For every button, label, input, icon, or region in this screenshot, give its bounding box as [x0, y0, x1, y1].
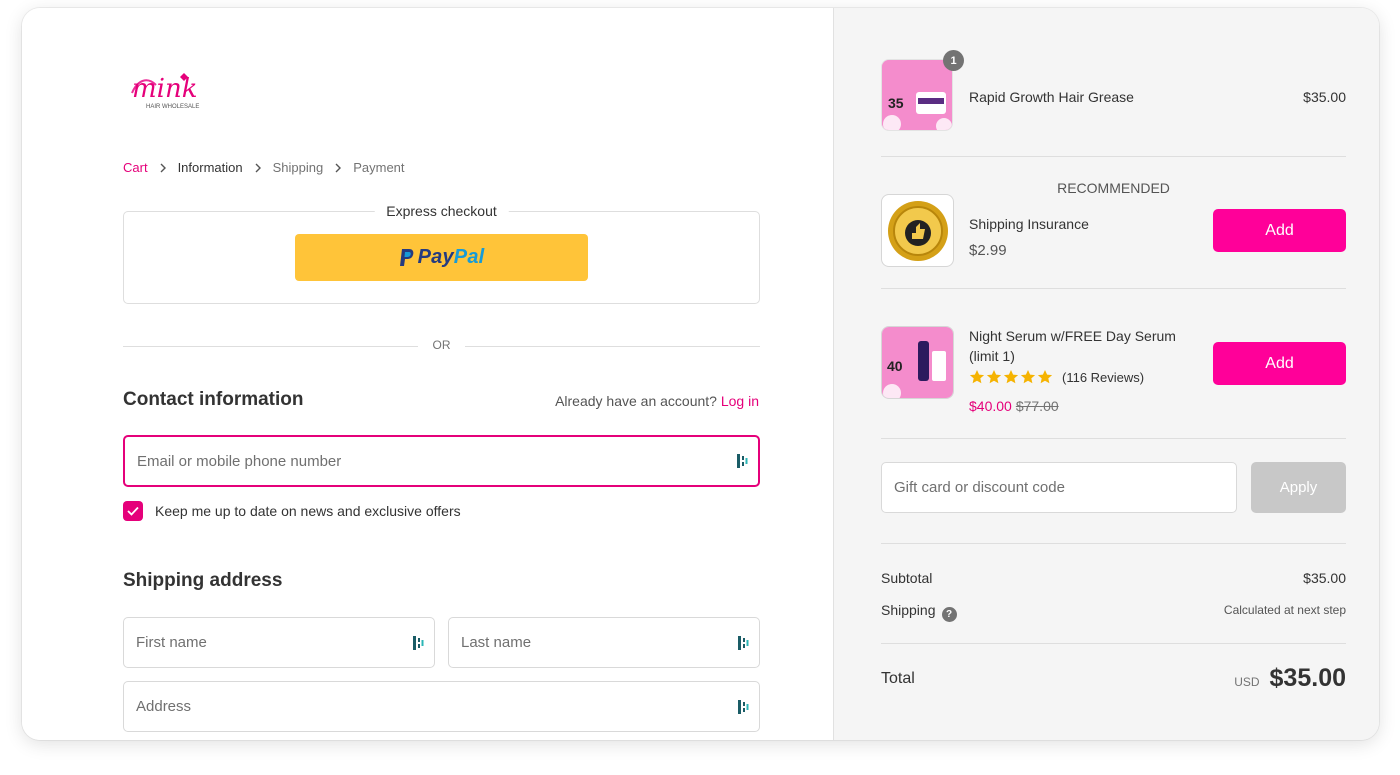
thumb-price-label: 40: [887, 358, 903, 374]
breadcrumb: Cart Information Shipping Payment: [123, 160, 405, 175]
star-icon: [969, 370, 985, 384]
password-manager-icon[interactable]: [737, 699, 749, 715]
shipping-value: Calculated at next step: [1223, 603, 1346, 617]
discount-code-field[interactable]: [881, 462, 1237, 513]
product-thumbnail: 35: [881, 59, 953, 131]
email-field[interactable]: [123, 435, 760, 487]
total-amount: USD $35.00: [1234, 664, 1346, 693]
night-serum-price: $40.00 $77.00: [969, 398, 1059, 414]
subtotal-value: $35.00: [1303, 570, 1346, 586]
account-prompt-text: Already have an account?: [555, 393, 717, 409]
divider: [881, 543, 1346, 544]
checkmark-icon: [127, 506, 139, 516]
divider-line: [465, 346, 760, 347]
help-icon[interactable]: ?: [941, 607, 957, 622]
shipping-address-heading: Shipping address: [123, 570, 283, 591]
newsletter-checkbox[interactable]: [123, 501, 143, 521]
svg-text:mink: mink: [132, 74, 197, 104]
add-night-serum-button[interactable]: Add: [1213, 342, 1346, 385]
total-value: $35.00: [1269, 664, 1346, 692]
express-checkout: Express checkout PayPal: [123, 203, 760, 304]
newsletter-label: Keep me up to date on news and exclusive…: [155, 503, 461, 519]
cart-item-name: Rapid Growth Hair Grease: [969, 89, 1134, 105]
last-name-field[interactable]: [448, 617, 760, 668]
divider: [881, 643, 1346, 644]
password-manager-icon[interactable]: [736, 453, 748, 469]
mink-logo[interactable]: mink HAIR WHOLESALE: [124, 63, 212, 113]
paypal-wordmark: PayPal: [418, 246, 485, 269]
add-shipping-insurance-button[interactable]: Add: [1213, 209, 1346, 252]
divider: [881, 288, 1346, 289]
password-manager-icon[interactable]: [412, 635, 424, 651]
star-icon: [1003, 370, 1019, 384]
hair-grease-product-image: 35: [882, 60, 952, 130]
newsletter-option[interactable]: Keep me up to date on news and exclusive…: [123, 501, 461, 521]
cart-item-price: $35.00: [1303, 89, 1346, 105]
order-summary-panel: 35 1 Rapid Growth Hair Grease $35.00 REC…: [834, 8, 1379, 740]
logo-image: mink HAIR WHOLESALE: [131, 73, 199, 110]
review-count: (116 Reviews): [1062, 369, 1145, 385]
rating-stars: (116 Reviews): [969, 369, 1144, 385]
first-name-input[interactable]: [136, 618, 398, 667]
night-serum-thumbnail: 40: [881, 326, 954, 399]
address-field[interactable]: [123, 681, 760, 732]
divider: [881, 156, 1346, 157]
original-price: $77.00: [1015, 398, 1059, 414]
subtotal-label: Subtotal: [881, 570, 933, 586]
shipping-insurance-price: $2.99: [969, 242, 1007, 259]
total-label: Total: [881, 670, 915, 687]
first-name-field[interactable]: [123, 617, 435, 668]
paypal-p-icon: [399, 248, 413, 266]
paypal-pay: Pay: [417, 246, 454, 268]
star-icon: [1020, 370, 1036, 384]
checkout-form-panel: mink HAIR WHOLESALE Cart Information Shi…: [22, 8, 834, 740]
divider: [881, 438, 1346, 439]
paypal-button[interactable]: PayPal: [295, 234, 588, 281]
breadcrumb-cart[interactable]: Cart: [123, 160, 148, 175]
shipping-insurance-seal-icon: [888, 201, 948, 261]
shipping-row: Shipping?: [881, 602, 957, 622]
star-icon: [1037, 370, 1053, 384]
contact-heading: Contact information: [123, 389, 304, 410]
sale-price: $40.00: [969, 398, 1012, 414]
breadcrumb-information: Information: [177, 160, 243, 175]
address-input[interactable]: [136, 682, 723, 731]
night-serum-product-image: 40: [882, 327, 953, 398]
express-checkout-title: Express checkout: [374, 203, 509, 219]
chevron-right-icon: [160, 163, 166, 172]
discount-code-input[interactable]: [894, 463, 1224, 512]
currency-code: USD: [1234, 675, 1260, 689]
shipping-insurance-name: Shipping Insurance: [969, 216, 1089, 232]
shipping-label: Shipping: [881, 602, 936, 618]
password-manager-icon[interactable]: [737, 635, 749, 651]
login-link[interactable]: Log in: [721, 393, 759, 409]
email-input[interactable]: [137, 437, 722, 485]
night-serum-name: Night Serum w/FREE Day Serum (limit 1): [969, 328, 1176, 364]
divider-line: [123, 346, 418, 347]
breadcrumb-shipping: Shipping: [272, 160, 324, 175]
shipping-insurance-thumbnail: [881, 194, 954, 267]
star-icon: [986, 370, 1002, 384]
paypal-pal: Pal: [453, 246, 485, 268]
thumb-price-label: 35: [888, 95, 904, 111]
chevron-right-icon: [255, 163, 261, 172]
quantity-badge: 1: [943, 50, 964, 71]
apply-discount-button[interactable]: Apply: [1251, 462, 1346, 513]
checkout-window: mink HAIR WHOLESALE Cart Information Shi…: [22, 8, 1379, 740]
account-prompt: Already have an account? Log in: [555, 393, 759, 409]
svg-text:HAIR WHOLESALE: HAIR WHOLESALE: [146, 104, 199, 110]
recommended-title: RECOMMENDED: [1057, 180, 1170, 196]
or-divider: OR: [123, 338, 760, 354]
breadcrumb-payment: Payment: [353, 160, 405, 175]
or-text: OR: [432, 338, 451, 352]
last-name-input[interactable]: [461, 618, 723, 667]
chevron-right-icon: [335, 163, 342, 172]
